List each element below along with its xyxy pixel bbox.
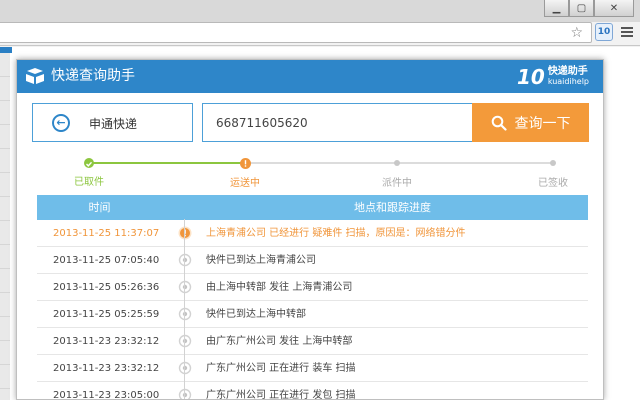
- row-time: 2013-11-25 07:05:40: [53, 255, 160, 266]
- row-detail: 由广东广州公司 发往 上海中转部: [206, 336, 353, 347]
- row-detail: 广东广州公司 正在进行 发包 扫描: [206, 390, 356, 400]
- table-row: 2013-11-23 23:05:00 广东广州公司 正在进行 发包 扫描: [37, 382, 588, 400]
- row-time: 2013-11-25 05:25:59: [53, 309, 160, 320]
- table-row: 2013-11-25 05:26:36 由上海中转部 发往 上海青浦公司: [37, 274, 588, 301]
- timeline-line: [184, 219, 185, 399]
- search-icon: [491, 115, 507, 131]
- page-left-column: [0, 53, 10, 400]
- tracking-table: 时间 地点和跟踪进度 2013-11-25 11:37:07 上海青浦公司 已经进…: [37, 195, 588, 400]
- header-detail: 地点和跟踪进度: [354, 201, 431, 214]
- extension-icon[interactable]: 10: [595, 23, 613, 41]
- timeline-node-icon: [178, 361, 192, 375]
- window-controls: ▁ ▢ ✕: [544, 0, 634, 17]
- star-icon[interactable]: ☆: [570, 24, 583, 42]
- row-time: 2013-11-23 23:05:00: [53, 390, 160, 400]
- table-row: 2013-11-23 23:32:12 由广东广州公司 发往 上海中转部: [37, 328, 588, 355]
- progress-step: 运送中: [230, 158, 260, 189]
- address-bar[interactable]: ☆: [0, 22, 592, 43]
- progress-step: 派件中: [382, 158, 412, 189]
- table-row: 2013-11-25 05:25:59 快件已到达上海中转部: [37, 301, 588, 328]
- box-logo-icon: [26, 68, 44, 84]
- timeline-node-icon: [178, 388, 192, 399]
- company-selector[interactable]: ← 申通快递: [32, 103, 193, 142]
- step-label: 已签收: [538, 178, 568, 189]
- timeline-node-icon: [178, 280, 192, 294]
- browser-titlebar: ▁ ▢ ✕: [0, 0, 640, 22]
- browser-toolbar: ☆: [0, 22, 640, 46]
- header-time: 时间: [88, 201, 111, 214]
- progress-step: 已签收: [538, 158, 568, 189]
- pending-dot-icon: [550, 160, 556, 166]
- brand-name: 快递助手: [547, 66, 588, 77]
- row-time: 2013-11-25 11:37:07: [53, 228, 160, 239]
- row-detail: 上海青浦公司 已经进行 疑难件 扫描，原因是：网络错分件: [206, 228, 466, 239]
- tracking-number-input[interactable]: [202, 103, 473, 142]
- popup-header: 快递查询助手 10 快递助手 kuaidihelp: [17, 60, 603, 93]
- row-detail: 广东广州公司 正在进行 装车 扫描: [206, 363, 356, 374]
- progress-line: [89, 162, 245, 164]
- table-row: 2013-11-23 23:32:12 广东广州公司 正在进行 装车 扫描: [37, 355, 588, 382]
- timeline-node-icon: [178, 253, 192, 267]
- menu-icon[interactable]: [620, 25, 634, 39]
- company-name: 申通快递: [89, 117, 138, 131]
- progress-line: [245, 162, 397, 164]
- progress-line: [397, 162, 553, 164]
- row-time: 2013-11-23 23:32:12: [53, 336, 160, 347]
- warning-icon: [178, 226, 192, 240]
- query-button-label: 查询一下: [514, 114, 571, 131]
- row-time: 2013-11-23 23:32:12: [53, 363, 160, 374]
- step-label: 运送中: [230, 178, 260, 189]
- query-button[interactable]: 查询一下: [472, 103, 589, 142]
- table-row: 2013-11-25 07:05:40 快件已到达上海青浦公司: [37, 247, 588, 274]
- pending-dot-icon: [394, 160, 400, 166]
- table-body: 2013-11-25 11:37:07 上海青浦公司 已经进行 疑难件 扫描，原因…: [37, 220, 588, 400]
- row-detail: 快件已到达上海中转部: [206, 309, 306, 320]
- table-row: 2013-11-25 11:37:07 上海青浦公司 已经进行 疑难件 扫描，原因…: [37, 220, 588, 247]
- check-icon: [84, 158, 94, 168]
- delivery-progress: 已取件 运送中 派件中 已签收: [57, 158, 568, 189]
- row-detail: 快件已到达上海青浦公司: [206, 255, 316, 266]
- timeline-node-icon: [178, 307, 192, 321]
- tracking-popup: 快递查询助手 10 快递助手 kuaidihelp ← 申通快递 查询一下 已取…: [16, 59, 604, 400]
- table-header: 时间 地点和跟踪进度: [37, 195, 588, 220]
- brand-logo[interactable]: 10 快递助手 kuaidihelp: [517, 64, 589, 90]
- search-row: ← 申通快递 查询一下: [32, 103, 589, 142]
- brand-domain: kuaidihelp: [547, 77, 589, 86]
- row-time: 2013-11-25 05:26:36: [53, 282, 160, 293]
- timeline-node-icon: [178, 334, 192, 348]
- maximize-button[interactable]: ▢: [569, 0, 594, 17]
- minimize-button[interactable]: ▁: [544, 0, 569, 17]
- row-detail: 由上海中转部 发往 上海青浦公司: [206, 282, 353, 293]
- progress-step: 已取件: [74, 158, 104, 188]
- warning-icon: [239, 158, 251, 169]
- step-label: 已取件: [74, 177, 104, 188]
- step-label: 派件中: [382, 178, 412, 189]
- back-arrow-icon[interactable]: ←: [52, 114, 70, 132]
- close-window-button[interactable]: ✕: [594, 0, 634, 17]
- popup-title: 快递查询助手: [51, 68, 135, 84]
- brand-mark: 10: [516, 65, 545, 89]
